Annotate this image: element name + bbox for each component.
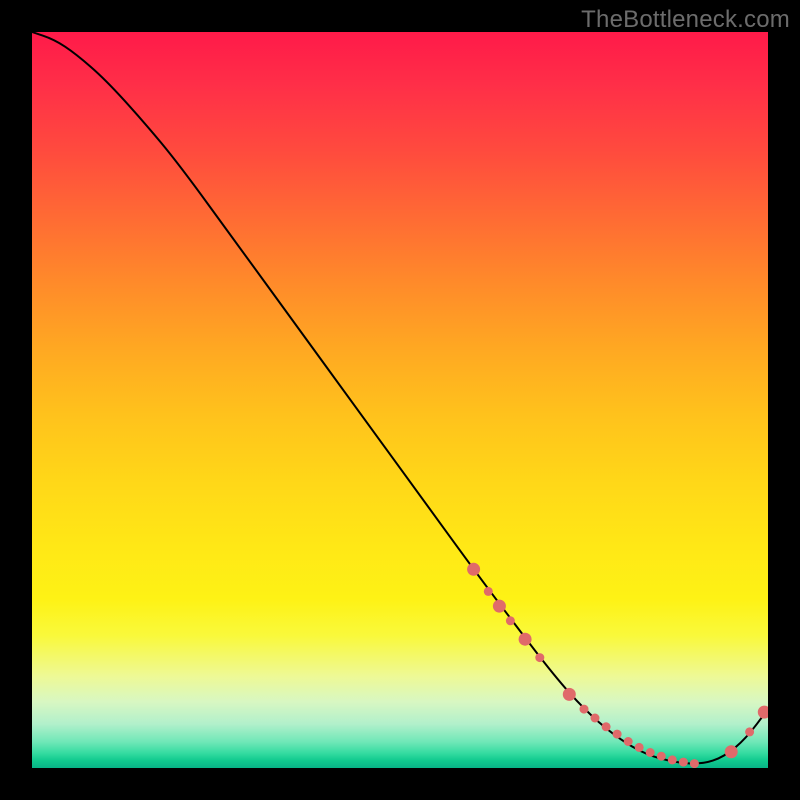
marker-point: [758, 706, 768, 719]
chart-frame: TheBottleneck.com: [0, 0, 800, 800]
marker-point: [484, 587, 493, 596]
bottleneck-curve: [32, 32, 768, 763]
marker-point: [657, 752, 666, 761]
marker-point: [535, 653, 544, 662]
marker-point: [668, 755, 677, 764]
marker-point: [635, 743, 644, 752]
marker-point: [506, 616, 515, 625]
marker-point: [690, 759, 699, 768]
marker-point: [679, 758, 688, 767]
marker-point: [591, 714, 600, 723]
plot-area: [32, 32, 768, 768]
marker-point: [624, 737, 633, 746]
marker-point: [467, 563, 480, 576]
marker-point: [519, 633, 532, 646]
marker-point: [580, 705, 589, 714]
marker-point: [725, 745, 738, 758]
marker-point: [613, 730, 622, 739]
marker-point: [745, 727, 754, 736]
curve-markers: [467, 563, 768, 768]
watermark-text: TheBottleneck.com: [581, 6, 790, 34]
marker-point: [602, 722, 611, 731]
chart-svg: [32, 32, 768, 768]
marker-point: [563, 688, 576, 701]
marker-point: [646, 748, 655, 757]
marker-point: [493, 600, 506, 613]
